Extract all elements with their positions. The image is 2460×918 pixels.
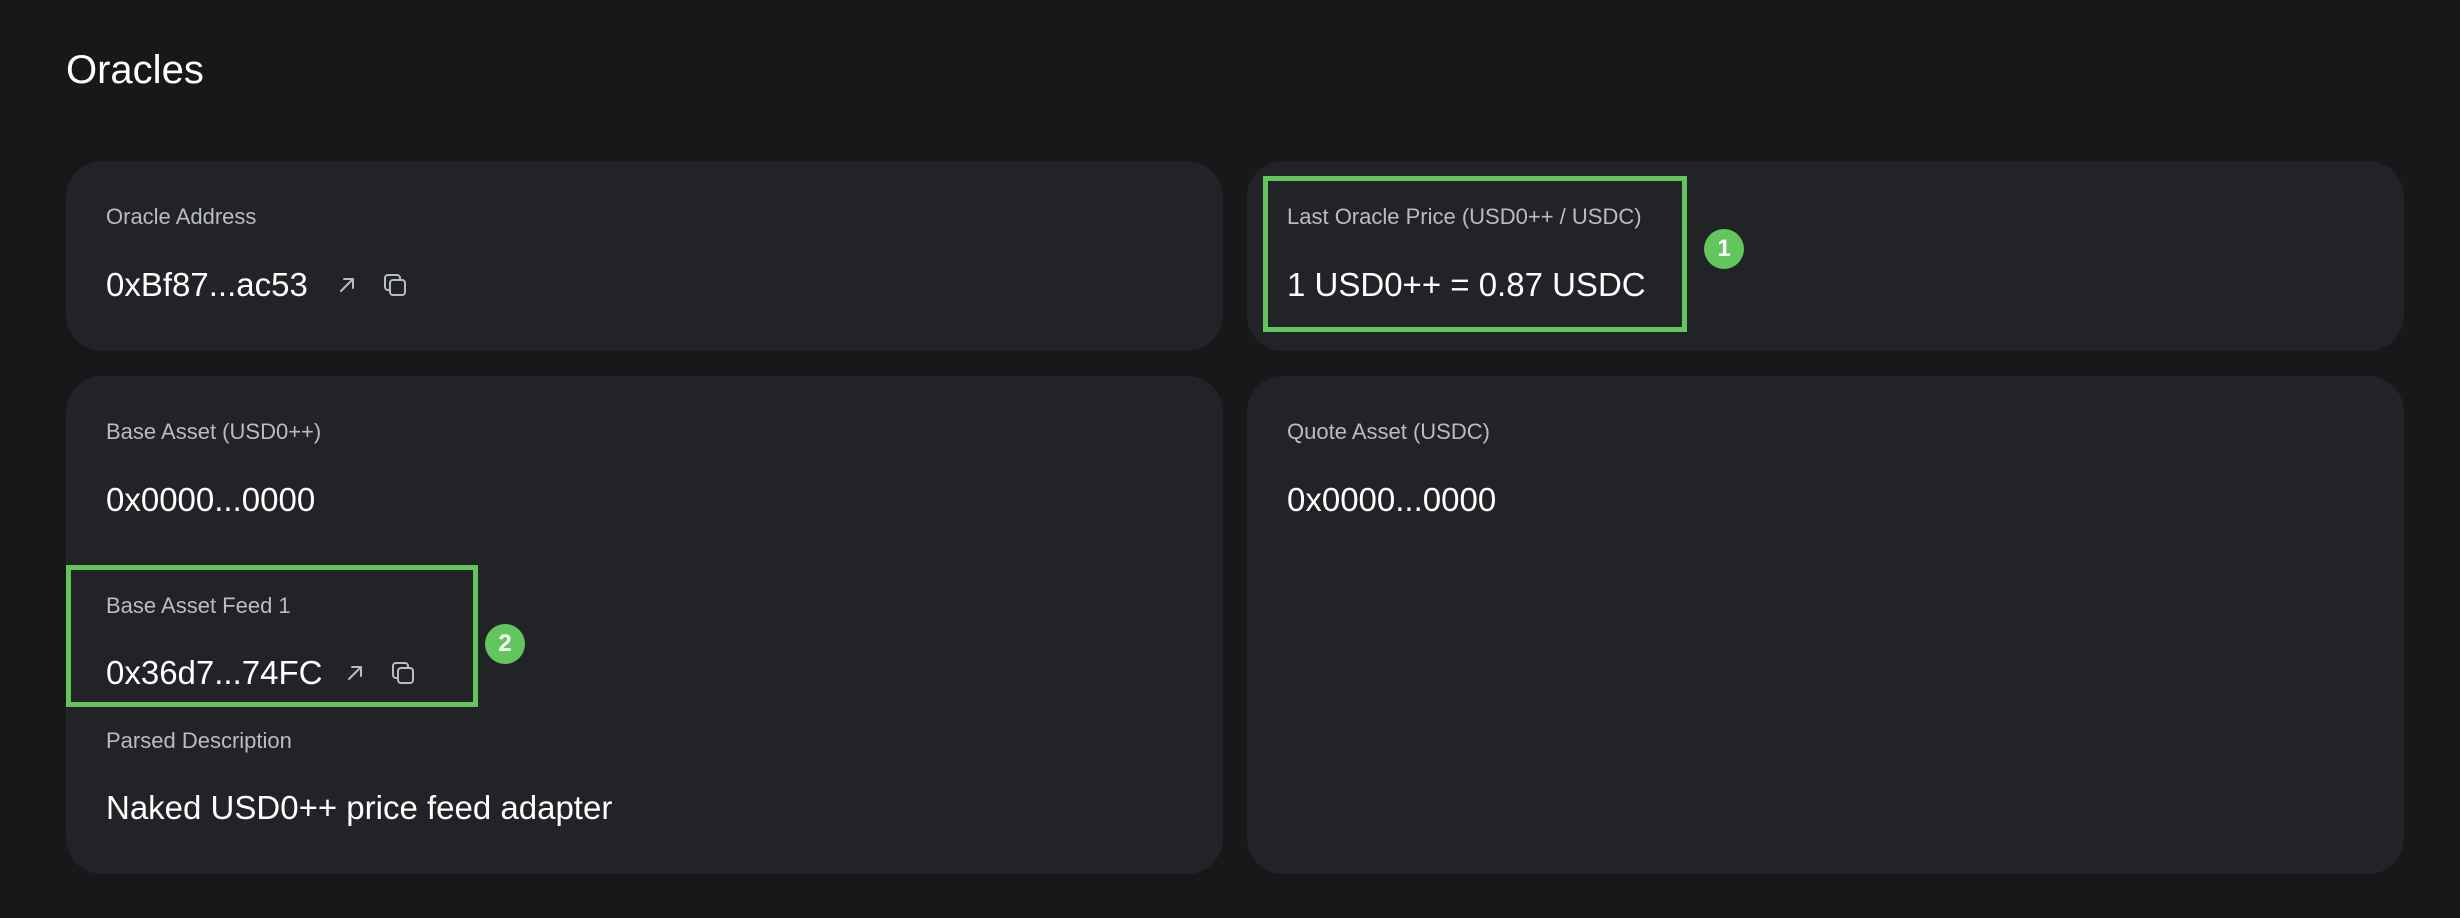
parsed-description-value: Naked USD0++ price feed adapter [106,789,613,826]
quote-asset-card: Quote Asset (USDC) 0x0000...0000 [1247,376,2404,874]
quote-asset-value: 0x0000...0000 [1287,481,1497,518]
quote-asset-label: Quote Asset (USDC) [1287,419,1490,444]
oracle-address-value: 0xBf87...ac53 [106,266,308,303]
page-title: Oracles [66,48,204,92]
highlight-box-2 [66,565,478,707]
highlight-box-1 [1263,176,1687,332]
annotation-marker-1: 1 [1704,229,1744,269]
oracle-address-label: Oracle Address [106,204,257,229]
parsed-description-label: Parsed Description [106,728,292,753]
oracle-address-row: 0xBf87...ac53 [106,264,412,306]
copy-icon[interactable] [378,268,412,302]
base-asset-value: 0x0000...0000 [106,481,316,518]
base-asset-label: Base Asset (USD0++) [106,419,322,444]
oracle-address-card: Oracle Address 0xBf87...ac53 [66,161,1223,351]
annotation-marker-2: 2 [485,624,525,664]
external-link-icon[interactable] [330,268,364,302]
